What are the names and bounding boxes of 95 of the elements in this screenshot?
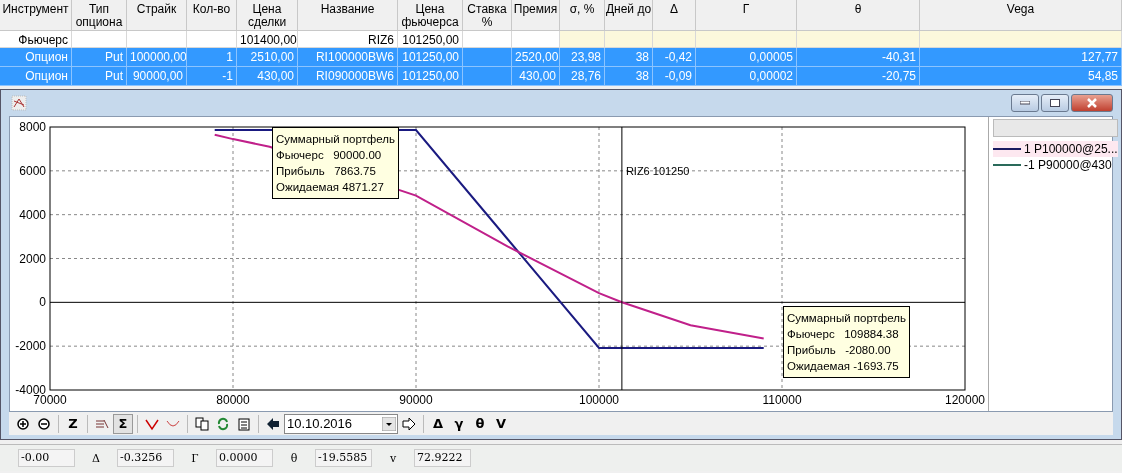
- column-header[interactable]: Название: [298, 0, 398, 31]
- table-cell: RIZ6: [368, 33, 394, 47]
- table-cell: RI100000BW6: [315, 50, 394, 64]
- table-cell: Опцион: [25, 50, 68, 64]
- chart-icon: [11, 95, 27, 112]
- tooltip-line: Прибыль -2080.00: [787, 343, 892, 359]
- table-cell: 54,85: [1087, 69, 1118, 83]
- table-cell: Фьючерс: [18, 33, 68, 47]
- table-cell: 38: [635, 69, 649, 83]
- toolbar-button[interactable]: V: [491, 413, 511, 434]
- legend-item[interactable]: -1 P90000@430: [993, 157, 1118, 174]
- value-field: -0.00: [18, 449, 75, 467]
- date-dropdown[interactable]: 10.10.2016: [284, 413, 398, 434]
- table-cell: -40,31: [881, 50, 916, 64]
- table-cell: 127,77: [1081, 50, 1118, 64]
- marker-label: RIZ6 101250: [625, 165, 690, 178]
- table-cell: 100000,00: [130, 50, 186, 64]
- column-header[interactable]: Страйк: [127, 0, 187, 31]
- close-button[interactable]: [1071, 94, 1113, 113]
- axis-label: 80000: [216, 393, 250, 408]
- table-cell: 28,76: [570, 69, 601, 83]
- column-header[interactable]: Кол-во: [187, 0, 237, 31]
- legend-item[interactable]: 1 P100000@25...: [993, 141, 1118, 158]
- greek-label: Δ: [91, 451, 101, 465]
- table-cell: Put: [105, 50, 123, 64]
- axis-label: -2000: [15, 339, 46, 354]
- table-cell: 430,00: [519, 69, 556, 83]
- greek-label: θ: [289, 451, 299, 465]
- table-cell: 101250,00: [402, 50, 459, 64]
- toolbar-button[interactable]: Σ: [113, 413, 133, 434]
- greek-label: v: [388, 451, 398, 465]
- tooltip-title: Суммарный портфель: [787, 311, 906, 327]
- toolbar-button[interactable]: γ: [449, 413, 469, 434]
- column-header[interactable]: σ, %: [560, 0, 605, 31]
- table-cell: -1: [222, 69, 233, 83]
- value-field: -19.5585: [315, 449, 372, 467]
- value-field: 72.9222: [414, 449, 471, 467]
- table-cell: 0,00005: [749, 50, 793, 64]
- minimize-icon: [1020, 101, 1030, 106]
- table-cell: 90000,00: [132, 69, 183, 83]
- table-cell: 101250,00: [402, 69, 459, 83]
- column-header[interactable]: Ставка %: [463, 0, 512, 31]
- axis-label: 110000: [762, 393, 802, 408]
- tooltip-line: Прибыль 7863.75: [276, 164, 377, 180]
- axis-label: 4000: [19, 208, 46, 222]
- table-row[interactable]: Фьючерс 101400,00 RIZ6 101250,00: [0, 31, 1122, 48]
- axis-label: 0: [39, 295, 46, 310]
- toolbar-button[interactable]: Δ: [428, 413, 448, 434]
- table-cell: 2510,00: [250, 50, 294, 64]
- table-cell: 1: [226, 50, 233, 64]
- table-cell: 101250,00: [402, 33, 459, 47]
- tooltip-line: Ожидаемая -1693.75: [787, 359, 900, 375]
- table-cell: 0,00002: [749, 69, 793, 83]
- toolbar-button[interactable]: Z: [63, 413, 83, 434]
- toolbar-button[interactable]: θ: [470, 413, 490, 434]
- tooltip-line: Фьючерс 90000.00: [276, 148, 383, 164]
- close-icon: [1086, 98, 1098, 109]
- column-header[interactable]: Дней до: [605, 0, 653, 31]
- column-header[interactable]: Δ: [653, 0, 696, 31]
- column-header[interactable]: Тип опциона: [72, 0, 127, 31]
- table-cell: 2520,00: [515, 50, 559, 64]
- axis-label: 90000: [399, 393, 433, 408]
- tooltip-line: Ожидаемая 4871.27: [276, 180, 385, 196]
- column-header[interactable]: Цена сделки: [237, 0, 298, 31]
- axis-label: 120000: [945, 393, 985, 408]
- table-cell: Опцион: [25, 69, 68, 83]
- axis-label: 2000: [19, 251, 46, 266]
- maximize-icon: [1050, 99, 1060, 108]
- table-cell: 101400,00: [240, 33, 297, 47]
- table-cell: -0,09: [664, 69, 692, 83]
- value-field: -0.3256: [117, 449, 174, 467]
- table-cell: Put: [105, 69, 123, 83]
- axis-label: 8000: [19, 120, 46, 135]
- column-header[interactable]: Цена фьючерса: [398, 0, 463, 31]
- maximize-button[interactable]: [1041, 94, 1069, 113]
- axis-label: 6000: [19, 164, 46, 179]
- table-cell: 23,98: [570, 50, 601, 64]
- table-cell: -20,75: [881, 69, 916, 83]
- axis-label: 70000: [33, 393, 67, 408]
- dropdown-arrow-icon: [382, 416, 396, 431]
- column-header[interactable]: Премия: [512, 0, 560, 31]
- table-cell: -0,42: [664, 50, 692, 64]
- table-cell: RI090000BW6: [315, 69, 394, 83]
- column-header[interactable]: Инструмент: [0, 0, 72, 31]
- axis-label: 100000: [579, 393, 619, 408]
- tooltip-title: Суммарный портфель: [276, 132, 395, 148]
- table-cell: 38: [635, 50, 649, 64]
- column-header[interactable]: θ: [797, 0, 920, 31]
- minimize-button[interactable]: [1011, 94, 1039, 113]
- column-header[interactable]: Г: [696, 0, 797, 31]
- table-cell: 430,00: [257, 69, 294, 83]
- value-field: 0.0000: [216, 449, 273, 467]
- column-header[interactable]: Vega: [920, 0, 1122, 31]
- greek-label: Г: [190, 451, 200, 465]
- tooltip-line: Фьючерс 109884.38: [787, 327, 900, 343]
